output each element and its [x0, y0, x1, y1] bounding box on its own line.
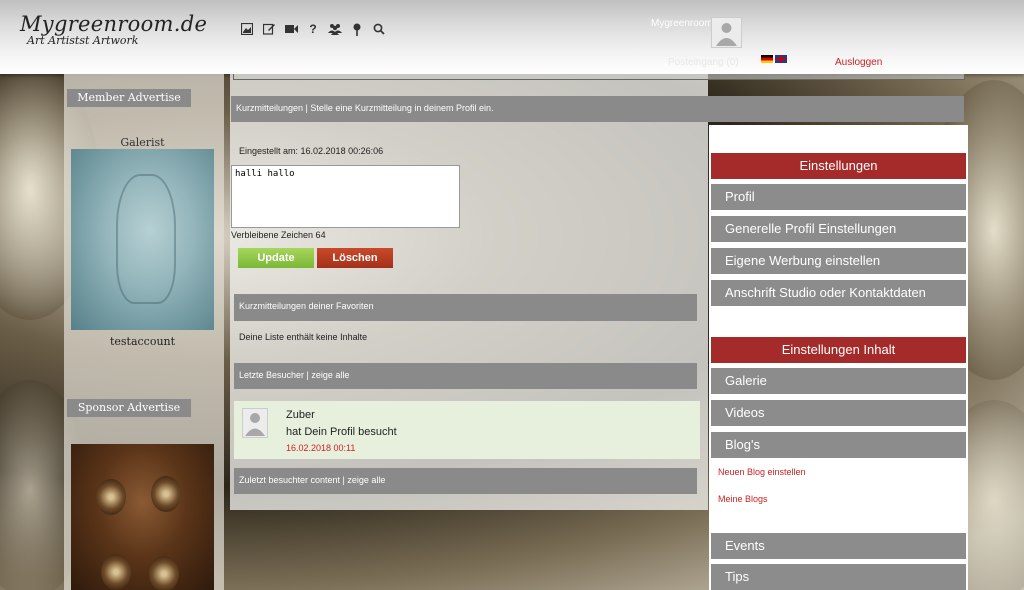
member-role: Galerist	[120, 136, 165, 149]
menu-item-videos[interactable]: Videos	[711, 400, 966, 426]
settings-heading: Einstellungen	[711, 153, 966, 179]
posted-timestamp: Eingestellt am: 16.02.2018 00:26:06	[239, 146, 384, 156]
visitor-entry: Zuber hat Dein Profil besucht 16.02.2018…	[234, 401, 700, 459]
recent-content-heading[interactable]: Zuletzt besuchter content | zeige alle	[234, 468, 697, 494]
menu-item-address[interactable]: Anschrift Studio oder Kontaktdaten	[711, 280, 966, 306]
sponsor-artwork-image[interactable]	[71, 444, 214, 590]
menu-item-own-advertising[interactable]: Eigene Werbung einstellen	[711, 248, 966, 274]
video-icon[interactable]	[284, 22, 298, 36]
top-frame-line	[233, 74, 965, 80]
logout-link[interactable]: Ausloggen	[835, 57, 882, 68]
empty-list-notice: Deine Liste enthält keine Inhalte	[239, 332, 368, 342]
edit-icon[interactable]	[262, 22, 276, 36]
short-message-heading: Kurzmitteilungen | Stelle eine Kurzmitte…	[231, 96, 964, 122]
member-advertise-heading: Member Advertise	[67, 89, 191, 107]
recent-visitors-heading[interactable]: Letzte Besucher | zeige alle	[234, 363, 697, 389]
english-flag-icon[interactable]	[775, 55, 787, 63]
top-icon-bar: ?	[240, 22, 386, 36]
short-message-input[interactable]: halli hallo	[231, 165, 460, 228]
inbox-link[interactable]: Posteingang (0)	[668, 57, 739, 68]
menu-item-tips[interactable]: Tips	[711, 564, 966, 590]
menu-item-profil[interactable]: Profil	[711, 184, 966, 210]
menu-item-general-settings[interactable]: Generelle Profil Einstellungen	[711, 216, 966, 242]
new-blog-link[interactable]: Neuen Blog einstellen	[718, 467, 806, 477]
language-switch	[761, 55, 787, 63]
menu-item-events[interactable]: Events	[711, 533, 966, 559]
user-avatar[interactable]	[711, 17, 742, 48]
update-button[interactable]: Update	[238, 248, 314, 268]
favorites-messages-heading: Kurzmitteilungen deiner Favoriten	[234, 294, 697, 321]
sponsor-advertise-heading: Sponsor Advertise	[67, 399, 191, 417]
my-blogs-link[interactable]: Meine Blogs	[718, 494, 768, 504]
visitor-action: hat Dein Profil besucht	[286, 426, 397, 438]
logo-title[interactable]: Mygreenroom.de	[20, 12, 207, 36]
logo-subtitle: Art Artistst Artwork	[27, 34, 139, 47]
visitor-date: 16.02.2018 00:11	[286, 443, 356, 453]
member-name[interactable]: testaccount	[70, 335, 215, 348]
member-artwork-image[interactable]	[71, 149, 214, 330]
site-header: Mygreenroom.de Art Artistst Artwork ? My…	[0, 0, 1024, 74]
german-flag-icon[interactable]	[761, 55, 773, 63]
visitor-name[interactable]: Zuber	[286, 409, 315, 421]
pin-icon[interactable]	[350, 22, 364, 36]
search-icon[interactable]	[372, 22, 386, 36]
visitor-avatar[interactable]	[242, 408, 268, 438]
remaining-characters: Verbleibene Zeichen 64	[231, 230, 326, 240]
menu-item-gallery[interactable]: Galerie	[711, 368, 966, 394]
group-icon[interactable]	[328, 22, 342, 36]
help-icon[interactable]: ?	[306, 22, 320, 36]
image-icon[interactable]	[240, 22, 254, 36]
delete-button[interactable]: Löschen	[317, 248, 393, 268]
user-name[interactable]: Mygreenroom	[651, 18, 713, 29]
content-settings-heading: Einstellungen Inhalt	[711, 337, 966, 363]
menu-item-blogs[interactable]: Blog's	[711, 432, 966, 458]
